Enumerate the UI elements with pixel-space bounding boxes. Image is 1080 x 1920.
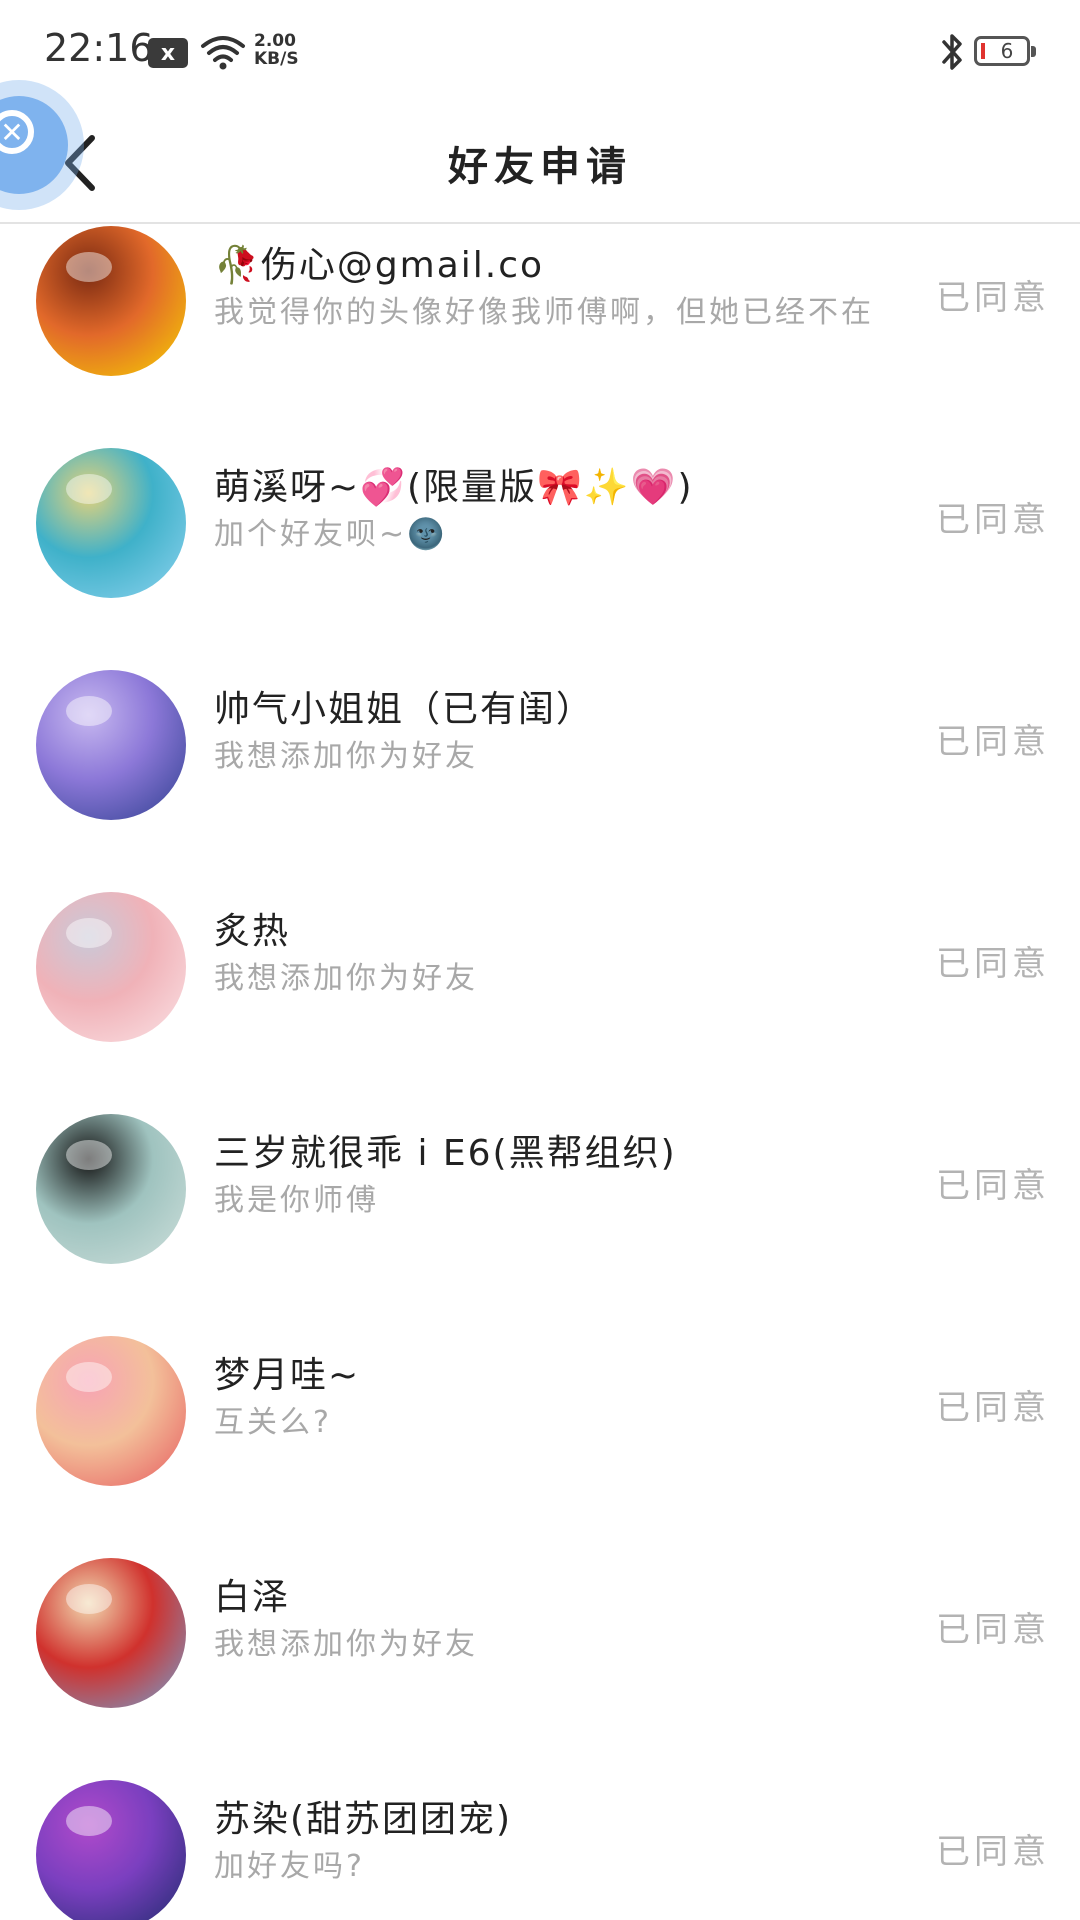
- friend-request-list: 🥀伤心@gmail.co 我觉得你的头像好像我师傅啊，但她已经不在 已同意 萌溪呀~💞…: [0, 224, 1080, 1920]
- friend-request-item[interactable]: 炙热我想添加你为好友 已同意: [0, 880, 1080, 1102]
- wifi-icon: [201, 36, 245, 70]
- avatar[interactable]: [36, 226, 186, 376]
- request-status-label: 已同意: [936, 1388, 1050, 1428]
- avatar-highlight: [66, 696, 112, 726]
- avatar-highlight: [66, 1806, 112, 1836]
- friend-request-item[interactable]: 三岁就很乖 i E6(黑帮组织) 我是你师傅 已同意: [0, 1102, 1080, 1324]
- request-message: 我是你师傅: [214, 1183, 379, 1218]
- avatar-highlight: [66, 474, 112, 504]
- requester-name: 帅气小姐姐（已有闺）: [214, 689, 595, 730]
- bluetooth-icon: [942, 34, 962, 70]
- avatar[interactable]: [36, 1336, 186, 1486]
- request-status-label: 已同意: [936, 1166, 1050, 1206]
- request-status-label: 已同意: [936, 1610, 1050, 1650]
- avatar-highlight: [66, 1362, 112, 1392]
- request-status-label: 已同意: [936, 722, 1050, 762]
- avatar[interactable]: [36, 1780, 186, 1920]
- avatar-highlight: [66, 252, 112, 282]
- battery-icon: 6: [974, 36, 1036, 66]
- requester-name: 🥀伤心@gmail.co: [214, 245, 545, 286]
- friend-request-item[interactable]: 苏染(甜苏团团宠) 加好友吗? 已同意: [0, 1768, 1080, 1920]
- requester-name: 苏染(甜苏团团宠): [214, 1799, 513, 1840]
- friend-request-item[interactable]: 🥀伤心@gmail.co 我觉得你的头像好像我师傅啊，但她已经不在 已同意: [0, 224, 1080, 436]
- friend-request-item[interactable]: 白泽我想添加你为好友 已同意: [0, 1546, 1080, 1768]
- avatar[interactable]: [36, 1558, 186, 1708]
- avatar-highlight: [66, 918, 112, 948]
- requester-name: 萌溪呀~💞(限量版🎀✨💗): [214, 467, 694, 508]
- friend-request-item[interactable]: 梦月哇~ 互关么? 已同意: [0, 1324, 1080, 1546]
- page-title: 好友申请: [448, 144, 632, 190]
- request-message: 我觉得你的头像好像我师傅啊，但她已经不在: [214, 295, 874, 330]
- avatar[interactable]: [36, 670, 186, 820]
- network-speed-unit: KB/S: [254, 49, 299, 69]
- avatar-highlight: [66, 1140, 112, 1170]
- battery-fill: [981, 43, 985, 59]
- request-status-label: 已同意: [936, 944, 1050, 984]
- network-speed-value: 2.00: [254, 31, 296, 51]
- requester-name: 梦月哇~: [214, 1355, 361, 1396]
- request-status-label: 已同意: [936, 278, 1050, 318]
- request-message: 我想添加你为好友: [214, 739, 478, 774]
- request-message: 互关么?: [214, 1405, 332, 1440]
- friend-request-item[interactable]: 帅气小姐姐（已有闺） 我想添加你为好友 已同意: [0, 658, 1080, 880]
- request-message: 我想添加你为好友: [214, 961, 478, 996]
- request-message: 加个好友呗~🌚: [214, 517, 448, 552]
- avatar-highlight: [66, 1584, 112, 1614]
- requester-name: 白泽: [214, 1577, 291, 1618]
- requester-name: 炙热: [214, 911, 291, 952]
- requester-name: 三岁就很乖 i E6(黑帮组织): [214, 1133, 677, 1174]
- avatar[interactable]: [36, 1114, 186, 1264]
- nav-bar: 好友申请: [0, 104, 1080, 224]
- avatar[interactable]: [36, 448, 186, 598]
- status-bar: 22:16 x 2.00 KB/S 6: [0, 0, 1080, 104]
- request-message: 加好友吗?: [214, 1849, 365, 1884]
- request-status-label: 已同意: [936, 500, 1050, 540]
- network-speed: 2.00 KB/S: [254, 32, 314, 68]
- friend-request-item[interactable]: 萌溪呀~💞(限量版🎀✨💗) 加个好友呗~🌚 已同意: [0, 436, 1080, 658]
- notification-icon: x: [148, 38, 188, 68]
- battery-level: 6: [1000, 39, 1014, 63]
- request-message: 我想添加你为好友: [214, 1627, 478, 1662]
- request-status-label: 已同意: [936, 1832, 1050, 1872]
- avatar[interactable]: [36, 892, 186, 1042]
- status-time: 22:16: [44, 26, 154, 70]
